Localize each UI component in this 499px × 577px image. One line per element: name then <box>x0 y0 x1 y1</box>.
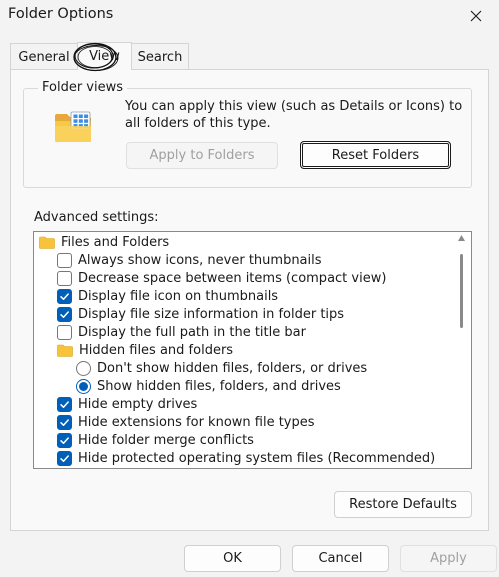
setting-display-file-icon-on-thumbnails[interactable]: Display file icon on thumbnails <box>57 287 278 305</box>
setting-hide-empty-drives[interactable]: Hide empty drives <box>57 395 197 413</box>
tree-group-hidden-files-and-folders: Hidden files and folders <box>57 341 233 359</box>
setting-label: Hide extensions for known file types <box>78 414 315 430</box>
setting-label: Show hidden files, folders, and drives <box>97 378 341 394</box>
checkmark-icon <box>60 310 69 318</box>
checkmark-icon <box>60 418 69 426</box>
reset-folders-button[interactable]: Reset Folders <box>300 141 451 169</box>
scroll-thumb[interactable] <box>460 254 463 328</box>
setting-label: Decrease space between items (compact vi… <box>78 270 387 286</box>
apply-to-folders-button[interactable]: Apply to Folders <box>126 142 278 169</box>
setting-hide-protected-operating-system-files-recommended[interactable]: Hide protected operating system files (R… <box>57 449 435 467</box>
checkbox-checked[interactable] <box>57 396 72 412</box>
setting-hide-extensions-for-known-file-types[interactable]: Hide extensions for known file types <box>57 413 315 431</box>
tab-general[interactable]: General <box>10 43 78 70</box>
folder-view-icon <box>55 111 91 142</box>
radio-dot <box>79 381 88 391</box>
tab-search[interactable]: Search <box>131 43 189 70</box>
setting-label: Hide empty drives <box>78 396 198 412</box>
folder-views-description: You can apply this view (such as Details… <box>125 99 463 131</box>
folder-icon <box>57 344 73 357</box>
setting-show-hidden-files-folders-and-drives[interactable]: Show hidden files, folders, and drives <box>76 377 341 395</box>
checkbox-checked[interactable] <box>57 432 72 448</box>
setting-decrease-space-between-items-compact-view[interactable]: Decrease space between items (compact vi… <box>57 269 386 287</box>
list-scrollbar[interactable] <box>452 232 471 468</box>
radio-selected[interactable] <box>76 378 91 394</box>
setting-label: Display file size information in folder … <box>78 306 345 322</box>
setting-label: Hide protected operating system files (R… <box>78 450 436 466</box>
checkbox-checked[interactable] <box>57 450 72 466</box>
checkmark-icon <box>60 436 69 444</box>
setting-label: Display file icon on thumbnails <box>78 288 279 304</box>
checkbox-unchecked[interactable] <box>57 270 72 286</box>
checkbox-checked[interactable] <box>57 306 72 322</box>
setting-label: Display the full path in the title bar <box>78 324 306 340</box>
checkbox-checked[interactable] <box>57 288 72 304</box>
hand-drawn-circle-annotation <box>73 42 119 72</box>
folder-views-legend: Folder views <box>38 80 128 95</box>
title-bar: Folder Options <box>0 0 499 32</box>
close-button[interactable] <box>453 0 499 32</box>
setting-label: Files and Folders <box>61 234 170 250</box>
setting-label: Always show icons, never thumbnails <box>78 252 322 268</box>
close-icon <box>470 10 482 22</box>
tree-group-files-and-folders: Files and Folders <box>39 233 169 251</box>
checkmark-icon <box>60 400 69 408</box>
checkbox-checked[interactable] <box>57 414 72 430</box>
advanced-settings-list[interactable]: Files and Folders Always show icons, neve… <box>33 231 472 469</box>
setting-display-the-full-path-in-the-title-bar[interactable]: Display the full path in the title bar <box>57 323 306 341</box>
setting-display-file-size-information-in-folder-tips[interactable]: Display file size information in folder … <box>57 305 344 323</box>
setting-label: Hide folder merge conflicts <box>78 432 254 448</box>
checkbox-unchecked[interactable] <box>57 252 72 268</box>
advanced-settings-label: Advanced settings: <box>34 210 159 225</box>
setting-label: Don't show hidden files, folders, or dri… <box>97 360 368 376</box>
setting-don-t-show-hidden-files-folders-or-drives[interactable]: Don't show hidden files, folders, or dri… <box>76 359 367 377</box>
folder-icon <box>39 236 55 249</box>
ok-button[interactable]: OK <box>184 545 281 572</box>
checkmark-icon <box>60 454 69 462</box>
folder-options-dialog: Folder Options General View Search Folde… <box>0 0 499 577</box>
window-title: Folder Options <box>8 6 114 22</box>
setting-hide-folder-merge-conflicts[interactable]: Hide folder merge conflicts <box>57 431 254 449</box>
setting-always-show-icons-never-thumbnails[interactable]: Always show icons, never thumbnails <box>57 251 322 269</box>
checkbox-unchecked[interactable] <box>57 324 72 340</box>
checkmark-icon <box>60 292 69 300</box>
restore-defaults-button[interactable]: Restore Defaults <box>334 491 472 518</box>
setting-label: Hidden files and folders <box>79 342 234 358</box>
scroll-up-arrow-icon[interactable] <box>458 235 465 241</box>
apply-button[interactable]: Apply <box>400 545 497 572</box>
cancel-button[interactable]: Cancel <box>292 545 389 572</box>
radio-unselected[interactable] <box>76 360 91 376</box>
